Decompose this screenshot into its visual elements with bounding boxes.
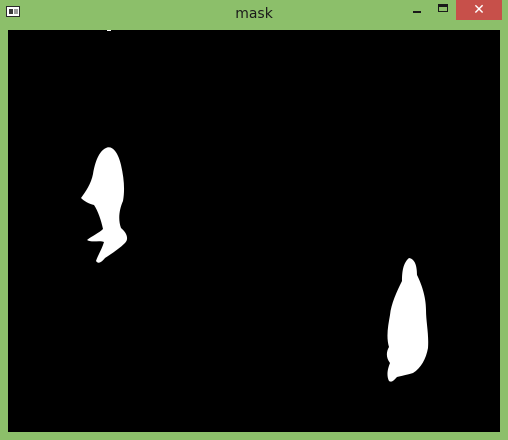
close-button[interactable]: ✕ bbox=[456, 0, 502, 20]
minimize-icon bbox=[413, 11, 421, 13]
mask-image bbox=[8, 30, 500, 432]
app-window: mask ✕ bbox=[0, 0, 508, 440]
mask-speck bbox=[107, 30, 111, 31]
maximize-button[interactable] bbox=[430, 0, 456, 20]
mask-background bbox=[8, 30, 500, 432]
close-icon: ✕ bbox=[473, 2, 485, 18]
minimize-button[interactable] bbox=[404, 0, 430, 20]
title-bar[interactable]: mask ✕ bbox=[0, 0, 508, 28]
mask-image-canvas bbox=[8, 30, 500, 432]
maximize-icon bbox=[438, 4, 448, 12]
